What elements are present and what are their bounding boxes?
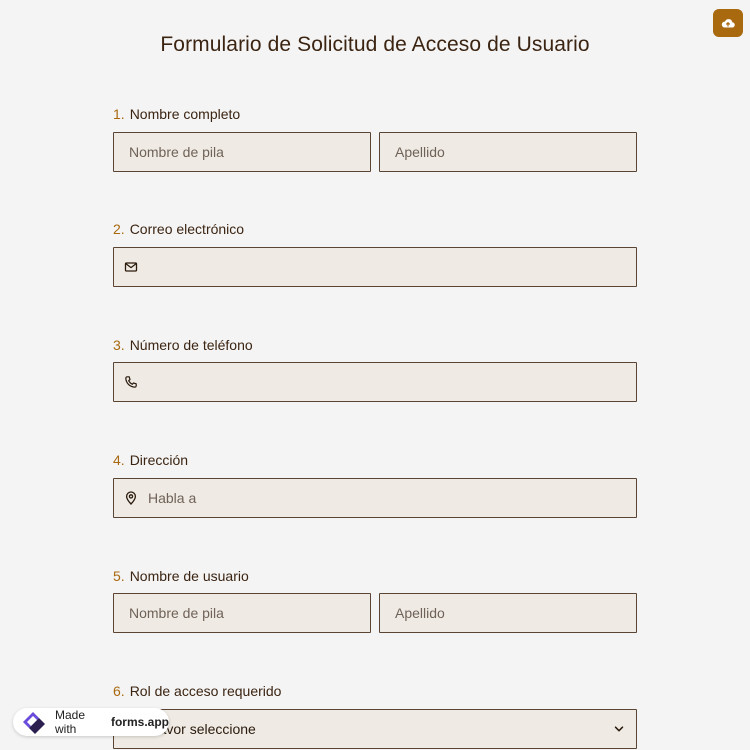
phone-input[interactable] <box>113 362 637 402</box>
form-title: Formulario de Solicitud de Acceso de Usu… <box>160 33 590 56</box>
question-number: 4. <box>113 452 125 468</box>
question-number: 2. <box>113 221 125 237</box>
cloud-upload-icon <box>721 17 735 29</box>
access-role-select[interactable]: Por favor seleccione <box>113 709 637 749</box>
forms-app-brand: forms.app <box>110 715 169 729</box>
username-last-input[interactable]: Apellido <box>379 593 637 633</box>
made-with-text: Made with <box>55 708 86 736</box>
username-first-input[interactable]: Nombre de pila <box>113 593 371 633</box>
question-label-username: 5. Nombre de usuario <box>113 568 249 584</box>
question-label-access-role: 6. Rol de acceso requerido <box>113 683 281 699</box>
first-name-placeholder: Nombre de pila <box>129 144 224 160</box>
envelope-icon <box>124 260 138 274</box>
location-pin-icon <box>124 491 138 505</box>
phone-icon <box>124 375 138 389</box>
question-text: Nombre de usuario <box>129 568 249 584</box>
made-with-forms-app-badge[interactable]: Made with forms.app <box>13 708 169 736</box>
question-label-email: 2. Correo electrónico <box>113 221 244 237</box>
last-name-placeholder: Apellido <box>395 144 445 160</box>
question-label-phone: 3. Número de teléfono <box>113 337 253 353</box>
question-label-address: 4. Dirección <box>113 452 188 468</box>
address-input[interactable]: Habla a <box>113 478 637 518</box>
chevron-down-icon <box>612 722 626 736</box>
question-number: 3. <box>113 337 125 353</box>
email-input[interactable] <box>113 247 637 287</box>
question-text: Nombre completo <box>129 106 241 122</box>
question-number: 6. <box>113 683 125 699</box>
username-first-placeholder: Nombre de pila <box>129 605 224 621</box>
username-last-placeholder: Apellido <box>395 605 445 621</box>
question-text: Dirección <box>129 452 189 468</box>
last-name-input[interactable]: Apellido <box>379 132 637 172</box>
address-placeholder: Habla a <box>148 490 197 506</box>
question-number: 1. <box>113 106 125 122</box>
question-label-full-name: 1. Nombre completo <box>113 106 240 122</box>
question-text: Rol de acceso requerido <box>129 683 282 699</box>
first-name-input[interactable]: Nombre de pila <box>113 132 371 172</box>
question-number: 5. <box>113 568 125 584</box>
question-text: Correo electrónico <box>129 221 245 237</box>
forms-app-logo-icon <box>19 710 49 734</box>
question-text: Número de teléfono <box>129 337 253 353</box>
